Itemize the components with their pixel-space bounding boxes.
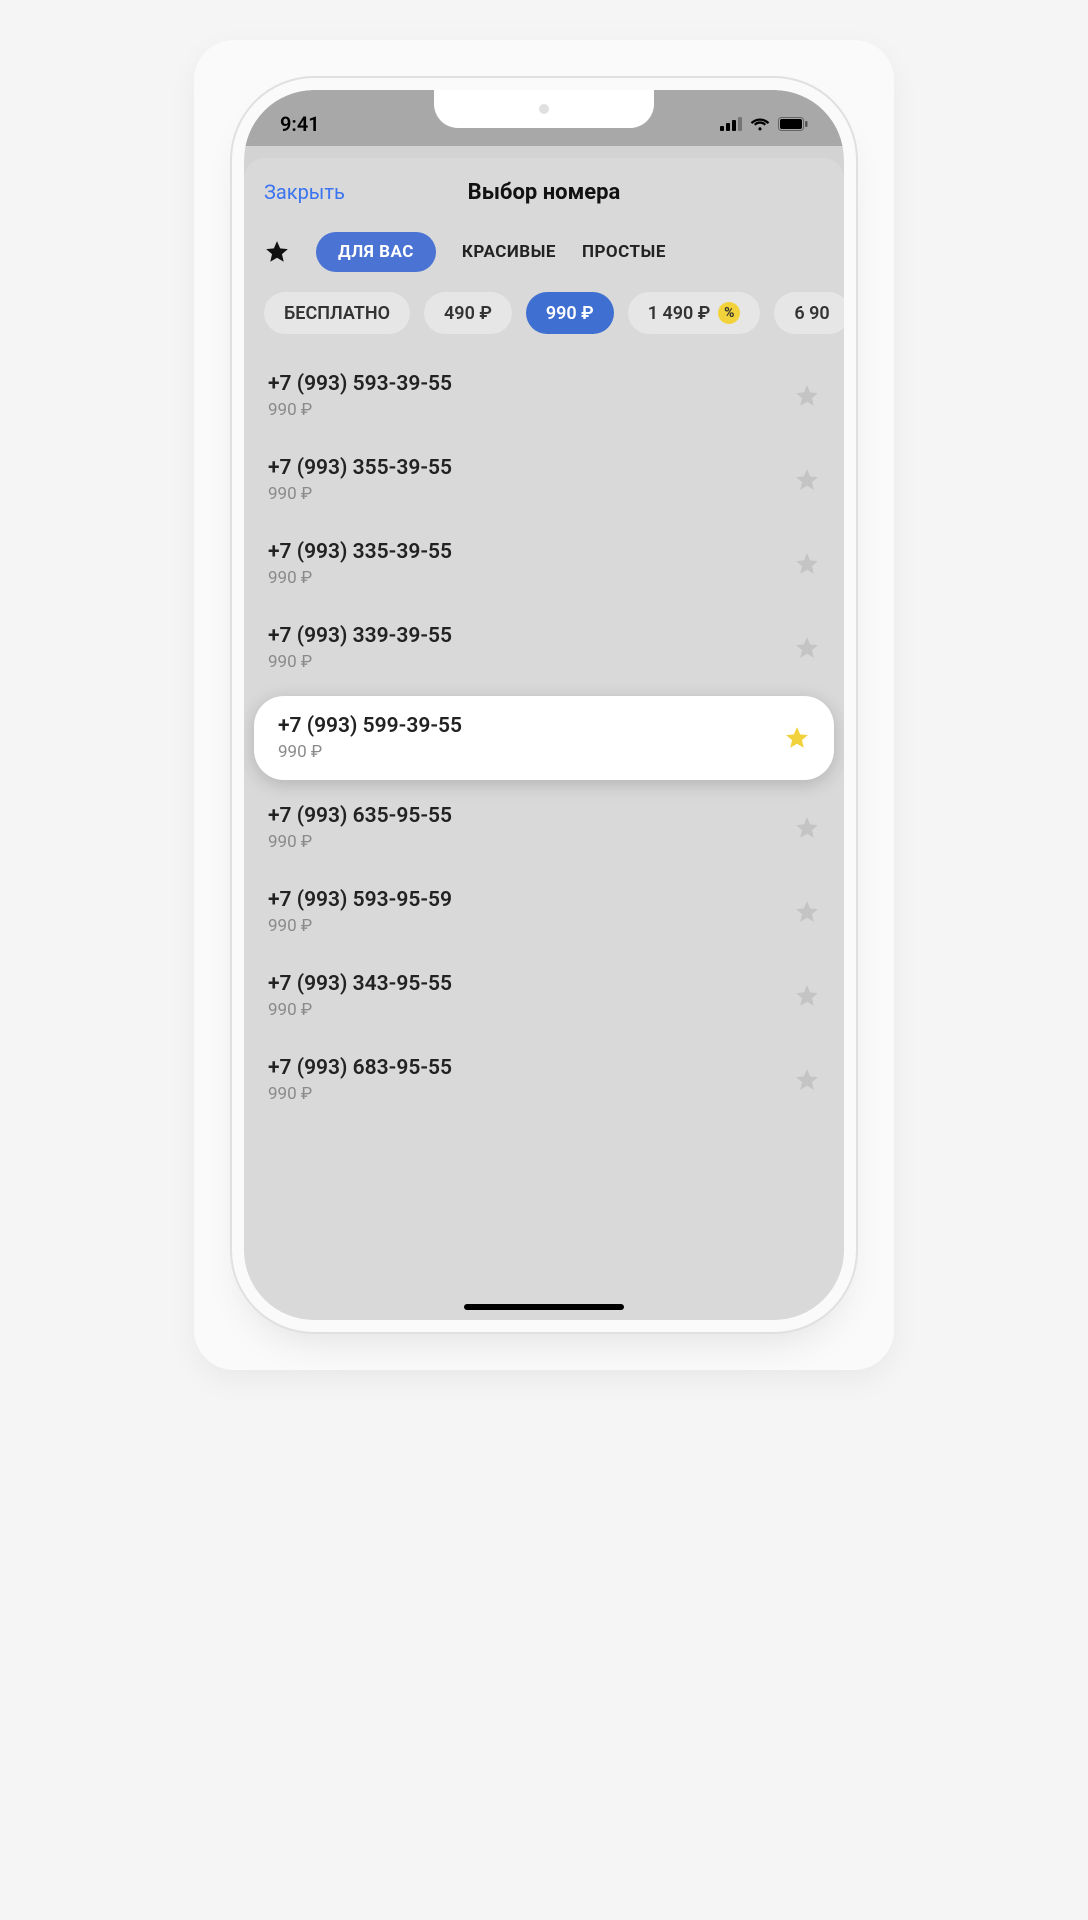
phone-frame: 9:41 Закрыть Выбор номера bbox=[244, 90, 844, 1320]
phone-number-row[interactable]: +7 (993) 343-95-55 990 ₽ bbox=[244, 954, 844, 1038]
phone-price-text: 990 ₽ bbox=[268, 1000, 452, 1020]
phone-number-text: +7 (993) 339-39-55 bbox=[268, 624, 452, 648]
row-info: +7 (993) 635-95-55 990 ₽ bbox=[268, 804, 452, 852]
phone-price-text: 990 ₽ bbox=[278, 742, 462, 762]
discount-icon: % bbox=[718, 302, 740, 324]
number-picker-modal: Закрыть Выбор номера ДЛЯ ВАС КРАСИВЫЕ ПР… bbox=[244, 158, 844, 1320]
category-tabs: ДЛЯ ВАС КРАСИВЫЕ ПРОСТЫЕ bbox=[244, 226, 844, 292]
price-chip-6900[interactable]: 6 90 bbox=[774, 292, 844, 334]
favorite-star-icon[interactable] bbox=[794, 551, 820, 577]
tab-simple[interactable]: ПРОСТЫЕ bbox=[582, 242, 666, 262]
phone-price-text: 990 ₽ bbox=[268, 1084, 452, 1104]
price-filter-row[interactable]: БЕСПЛАТНО 490 ₽ 990 ₽ 1 490 ₽ % 6 90 bbox=[244, 292, 844, 354]
phone-number-text: +7 (993) 355-39-55 bbox=[268, 456, 452, 480]
phone-number-text: +7 (993) 593-39-55 bbox=[268, 372, 452, 396]
row-info: +7 (993) 343-95-55 990 ₽ bbox=[268, 972, 452, 1020]
device-notch bbox=[434, 90, 654, 128]
phone-number-row[interactable]: +7 (993) 593-39-55 990 ₽ bbox=[244, 354, 844, 438]
favorite-star-icon[interactable] bbox=[784, 725, 810, 751]
phone-price-text: 990 ₽ bbox=[268, 568, 452, 588]
tab-pretty[interactable]: КРАСИВЫЕ bbox=[462, 242, 556, 262]
close-button[interactable]: Закрыть bbox=[264, 180, 345, 204]
favorite-star-icon[interactable] bbox=[794, 383, 820, 409]
row-info: +7 (993) 335-39-55 990 ₽ bbox=[268, 540, 452, 588]
cellular-icon bbox=[720, 117, 742, 131]
tab-for-you[interactable]: ДЛЯ ВАС bbox=[316, 232, 436, 272]
phone-number-text: +7 (993) 635-95-55 bbox=[268, 804, 452, 828]
favorite-star-icon[interactable] bbox=[794, 899, 820, 925]
phone-number-row[interactable]: +7 (993) 683-95-55 990 ₽ bbox=[244, 1038, 844, 1122]
row-info: +7 (993) 683-95-55 990 ₽ bbox=[268, 1056, 452, 1104]
favorite-star-icon[interactable] bbox=[794, 815, 820, 841]
phone-number-text: +7 (993) 599-39-55 bbox=[278, 714, 462, 738]
row-info: +7 (993) 355-39-55 990 ₽ bbox=[268, 456, 452, 504]
wifi-icon bbox=[750, 117, 770, 131]
price-chip-1490[interactable]: 1 490 ₽ % bbox=[628, 292, 761, 334]
screen: 9:41 Закрыть Выбор номера bbox=[244, 90, 844, 1320]
price-chip-990[interactable]: 990 ₽ bbox=[526, 292, 614, 334]
phone-price-text: 990 ₽ bbox=[268, 916, 452, 936]
phone-price-text: 990 ₽ bbox=[268, 400, 452, 420]
home-indicator[interactable] bbox=[464, 1304, 624, 1310]
phone-number-row[interactable]: +7 (993) 355-39-55 990 ₽ bbox=[244, 438, 844, 522]
phone-number-text: +7 (993) 343-95-55 bbox=[268, 972, 452, 996]
phone-number-text: +7 (993) 335-39-55 bbox=[268, 540, 452, 564]
battery-icon bbox=[778, 117, 808, 131]
row-info: +7 (993) 599-39-55 990 ₽ bbox=[278, 714, 462, 762]
favorite-star-icon[interactable] bbox=[794, 467, 820, 493]
phone-number-text: +7 (993) 593-95-59 bbox=[268, 888, 452, 912]
favorite-star-icon[interactable] bbox=[794, 983, 820, 1009]
phone-price-text: 990 ₽ bbox=[268, 832, 452, 852]
phone-number-row[interactable]: +7 (993) 599-39-55 990 ₽ bbox=[254, 696, 834, 780]
device-card: 9:41 Закрыть Выбор номера bbox=[194, 40, 894, 1370]
phone-price-text: 990 ₽ bbox=[268, 652, 452, 672]
status-icons bbox=[720, 117, 808, 131]
row-info: +7 (993) 593-39-55 990 ₽ bbox=[268, 372, 452, 420]
price-chip-free[interactable]: БЕСПЛАТНО bbox=[264, 292, 410, 334]
price-chip-1490-label: 1 490 ₽ bbox=[648, 303, 711, 324]
row-info: +7 (993) 339-39-55 990 ₽ bbox=[268, 624, 452, 672]
phone-number-row[interactable]: +7 (993) 593-95-59 990 ₽ bbox=[244, 870, 844, 954]
phone-number-row[interactable]: +7 (993) 339-39-55 990 ₽ bbox=[244, 606, 844, 690]
favorite-star-icon[interactable] bbox=[794, 635, 820, 661]
status-time: 9:41 bbox=[280, 112, 320, 136]
phone-number-list[interactable]: +7 (993) 593-39-55 990 ₽ +7 (993) 355-39… bbox=[244, 354, 844, 1320]
phone-price-text: 990 ₽ bbox=[268, 484, 452, 504]
modal-title: Выбор номера bbox=[468, 180, 621, 205]
phone-number-text: +7 (993) 683-95-55 bbox=[268, 1056, 452, 1080]
phone-number-row[interactable]: +7 (993) 335-39-55 990 ₽ bbox=[244, 522, 844, 606]
modal-header: Закрыть Выбор номера bbox=[244, 158, 844, 226]
phone-number-row[interactable]: +7 (993) 635-95-55 990 ₽ bbox=[244, 786, 844, 870]
price-chip-490[interactable]: 490 ₽ bbox=[424, 292, 512, 334]
favorites-tab-icon[interactable] bbox=[264, 239, 290, 265]
row-info: +7 (993) 593-95-59 990 ₽ bbox=[268, 888, 452, 936]
favorite-star-icon[interactable] bbox=[794, 1067, 820, 1093]
